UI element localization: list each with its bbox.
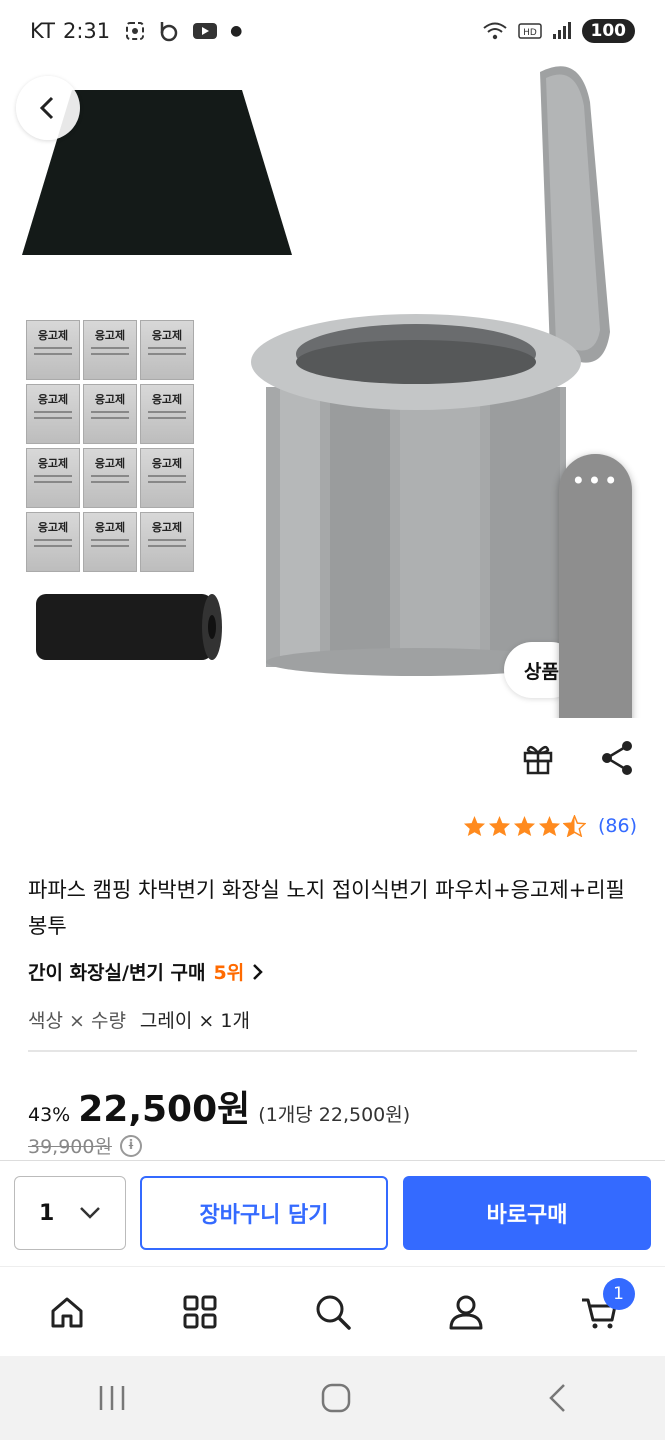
purchase-bar: 1 장바구니 담기 바로구매 [0,1160,665,1264]
dot-icon: ● [230,23,243,39]
share-icon[interactable] [600,740,634,776]
refill-bag-roll-image [36,594,222,660]
star-icon [513,815,536,837]
original-price-row: 39,900원 i [28,1132,142,1159]
nav-my-account[interactable] [436,1282,496,1342]
pack: 응고제 [83,384,137,444]
svg-text:HD: HD [523,28,537,38]
youtube-icon [193,23,218,39]
more-icon[interactable]: ••• [571,469,619,493]
pack: 응고제 [140,320,194,380]
rank-number: 5위 [213,962,245,984]
pack: 응고제 [140,448,194,508]
option-label: 색상 × 수량 [28,1010,126,1032]
pack: 응고제 [83,320,137,380]
nav-cart[interactable]: 1 [569,1277,635,1342]
star-icon [488,815,511,837]
folding-toilet-image [251,66,610,676]
back-button[interactable] [16,76,80,140]
bottom-nav: 1 [0,1266,665,1356]
pack: 응고제 [83,448,137,508]
category-rank-link[interactable]: 간이 화장실/변기 구매 5위 [28,958,264,985]
divider [28,1050,637,1052]
pack: 응고제 [83,512,137,572]
original-price: 39,900원 [28,1136,112,1158]
product-actions [520,740,634,776]
coagulant-packs-image: 응고제 응고제 응고제 응고제 응고제 응고제 응고제 응고제 응고제 응고제 … [26,320,194,572]
quantity-select[interactable]: 1 [14,1176,126,1250]
product-title: 파파스 캠핑 차박변기 화장실 노지 접이식변기 파우치+응고제+리필봉투 [28,878,625,938]
option-value: 그레이 × 1개 [139,1010,250,1032]
home-icon [51,1297,82,1327]
nav-home[interactable] [37,1282,97,1342]
review-count[interactable]: (86) [598,815,637,837]
b-app-icon [160,22,178,42]
selected-option[interactable]: 색상 × 수량 그레이 × 1개 [28,1006,250,1033]
recent-apps-icon[interactable] [97,1384,127,1412]
hd-icon: HD [517,23,542,39]
signal-icon [552,22,571,39]
gift-icon[interactable] [520,740,556,776]
product-image[interactable]: 응고제 응고제 응고제 응고제 응고제 응고제 응고제 응고제 응고제 응고제 … [0,62,665,718]
cart-count-badge: 1 [602,1277,635,1310]
rank-category: 간이 화장실/변기 구매 [28,962,206,984]
star-icon [463,815,486,837]
star-icon [538,815,561,837]
unit-price: (1개당 22,500원) [258,1104,411,1126]
wifi-icon [482,22,507,40]
sale-price: 22,500원 [78,1089,251,1130]
user-icon [449,1295,482,1329]
nav-search[interactable] [303,1282,363,1342]
back-system-icon[interactable] [546,1383,568,1413]
discount-rate: 43% [28,1104,71,1126]
back-arrow-icon [39,96,54,120]
add-to-cart-button[interactable]: 장바구니 담기 [140,1176,388,1250]
home-system-icon[interactable] [320,1382,352,1414]
pack: 응고제 [26,512,80,572]
nav-categories[interactable] [170,1282,230,1342]
pack: 응고제 [26,320,80,380]
rating[interactable]: (86) [463,815,637,837]
battery-indicator: 100 [581,19,635,43]
half-star-icon [562,815,586,837]
screenshot-icon [126,22,145,40]
chevron-right-icon [253,963,263,980]
info-icon[interactable]: i [119,1134,142,1157]
pack: 응고제 [140,384,194,444]
categories-grid-icon [183,1295,216,1328]
price-row: 43% 22,500원 (1개당 22,500원) [28,1080,410,1132]
clock: 2:31 [62,19,111,43]
pack: 응고제 [140,512,194,572]
pack: 응고제 [26,448,80,508]
star-rating [463,815,586,837]
floating-assistant-panel[interactable]: ••• [559,454,632,718]
buy-now-button[interactable]: 바로구매 [403,1176,651,1250]
system-navigation-bar [0,1356,665,1440]
notification-icons: ● [124,20,242,42]
quantity-value: 1 [39,1200,55,1226]
system-icons: HD 100 [482,19,635,43]
search-icon [316,1295,351,1330]
status-bar: KT 2:31 ● HD 100 [0,0,665,62]
pack: 응고제 [26,384,80,444]
carrier: KT [30,19,55,43]
chevron-down-icon [80,1207,100,1219]
